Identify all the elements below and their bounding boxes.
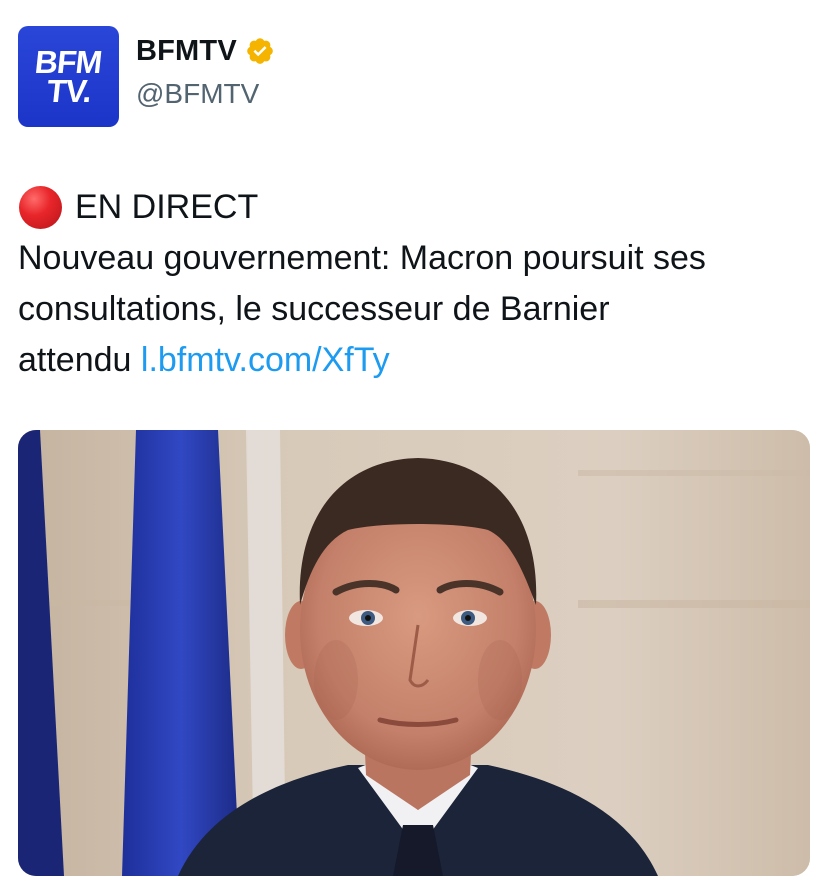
- portrait-illustration: [18, 430, 810, 876]
- author-name-row[interactable]: BFMTV: [136, 33, 275, 69]
- live-label-row: EN DIRECT: [18, 182, 808, 233]
- tweet-text-line: attendu: [18, 341, 141, 379]
- tweet-photo[interactable]: [18, 430, 810, 876]
- live-label: EN DIRECT: [75, 188, 259, 226]
- red-circle-icon: [19, 186, 62, 229]
- tweet-text-line: consultations, le successeur de Barnier: [18, 290, 610, 328]
- tweet-text: EN DIRECT Nouveau gouvernement: Macron p…: [18, 182, 808, 386]
- avatar[interactable]: BFM TV.: [18, 26, 119, 127]
- tweet-card[interactable]: BFM TV. BFMTV @BFMTV EN DIRECT Nouveau g…: [0, 0, 817, 885]
- display-name[interactable]: BFMTV: [136, 35, 237, 68]
- tweet-text-line: Nouveau gouvernement: Macron poursuit se…: [18, 239, 706, 277]
- tweet-text-line-with-link: attendu l.bfmtv.com/XfTy: [18, 335, 808, 386]
- tweet-link[interactable]: l.bfmtv.com/XfTy: [141, 341, 390, 379]
- verified-badge-icon[interactable]: [245, 36, 275, 66]
- author-handle[interactable]: @BFMTV: [136, 78, 259, 110]
- avatar-logo-text-bottom: TV.: [44, 72, 93, 109]
